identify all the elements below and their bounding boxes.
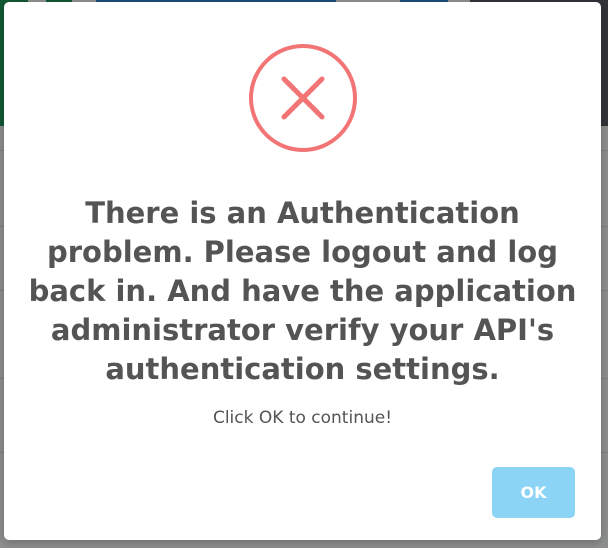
dialog-message: Click OK to continue! [212,408,393,428]
dialog-title: There is an Authentication problem. Plea… [28,196,577,386]
error-x-icon [249,44,357,152]
error-dialog: There is an Authentication problem. Plea… [4,2,601,540]
ok-button[interactable]: OK [492,467,575,518]
